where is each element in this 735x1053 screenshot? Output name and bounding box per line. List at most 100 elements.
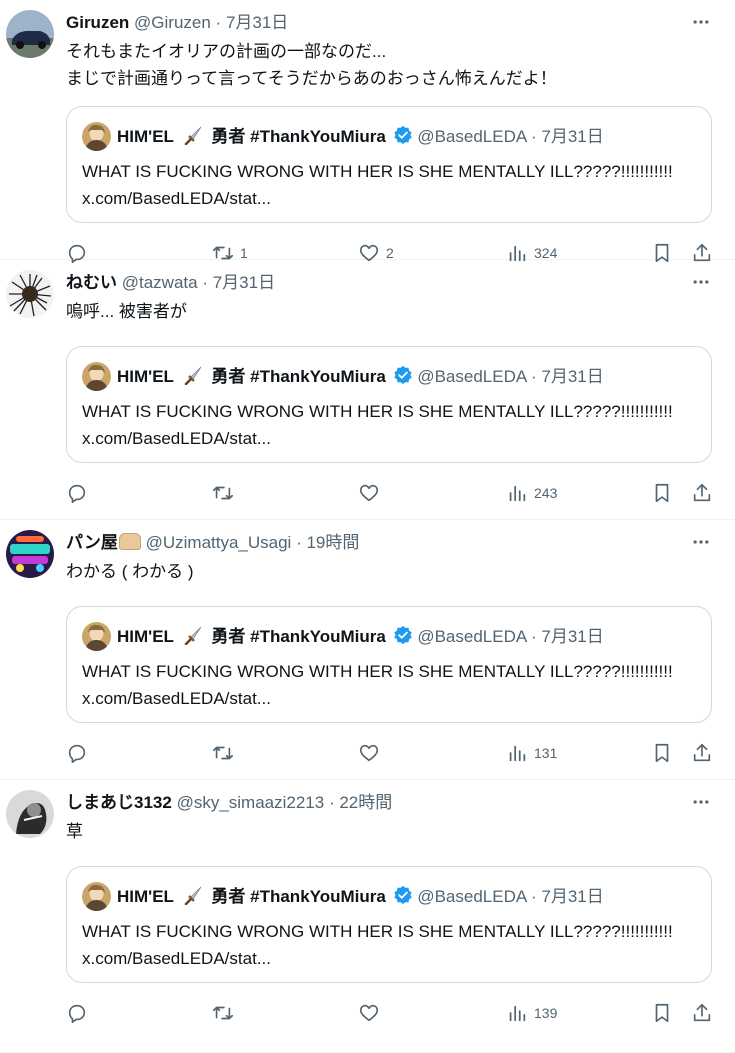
avatar[interactable] xyxy=(6,790,54,838)
more-icon[interactable] xyxy=(689,790,713,814)
quote-avatar xyxy=(82,622,111,651)
avatar[interactable] xyxy=(6,270,54,318)
tweet[interactable]: Giruzen @Giruzen · 7月31日 それもまたイオリアの計画の一部… xyxy=(0,0,735,263)
like-icon xyxy=(359,744,379,762)
reply-icon xyxy=(68,1004,86,1023)
quote-handle: @BasedLEDA xyxy=(417,887,527,906)
quote-avatar xyxy=(82,882,111,911)
quote-tweet[interactable]: HIM'EL 勇者 #ThankYouMiura @BasedLEDA · 7月… xyxy=(66,106,712,223)
tweet-header: ねむい @tazwata · 7月31日 xyxy=(66,272,675,294)
view-count: 243 xyxy=(534,485,558,501)
quote-display-name-b: 勇者 #ThankYouMiura xyxy=(211,627,386,646)
tweet-text: それもまたイオリアの計画の一部なのだ... まじで計画通りって言ってそうだからあ… xyxy=(66,42,557,88)
timestamp[interactable]: 19時間 xyxy=(306,533,359,552)
tweet-text: 嗚呼... 被害者が xyxy=(66,302,187,321)
quote-display-name-a: HIM'EL xyxy=(117,367,174,386)
quote-display-name-a: HIM'EL xyxy=(117,627,174,646)
repost-button[interactable] xyxy=(212,741,240,765)
views-icon xyxy=(509,1005,526,1022)
tweet[interactable]: しまあじ3132 @sky_simaazi2213 · 22時間 草 HIM'E… xyxy=(0,780,735,1053)
like-count: 2 xyxy=(386,245,394,261)
tweet[interactable]: パン屋 @Uzimattya_Usagi · 19時間 わかる ( わかる ) … xyxy=(0,520,735,780)
separator: · xyxy=(526,367,542,386)
tweet-header: しまあじ3132 @sky_simaazi2213 · 22時間 xyxy=(66,792,675,814)
views-button[interactable]: 139 xyxy=(506,1001,557,1025)
quote-display-name-b: 勇者 #ThankYouMiura xyxy=(211,887,386,906)
display-name[interactable]: Giruzen xyxy=(66,13,129,32)
user-handle[interactable]: @Uzimattya_Usagi xyxy=(146,533,292,552)
avatar[interactable] xyxy=(6,530,54,578)
timestamp[interactable]: 22時間 xyxy=(339,793,392,812)
quote-timestamp: 7月31日 xyxy=(541,887,604,906)
tweet-text: わかる ( わかる ) xyxy=(66,562,194,581)
views-icon xyxy=(509,485,526,502)
separator: · xyxy=(526,887,542,906)
share-icon xyxy=(693,483,711,502)
views-button[interactable]: 131 xyxy=(506,741,557,765)
bookmark-button[interactable] xyxy=(651,1001,673,1025)
verified-badge-icon xyxy=(393,125,413,151)
dagger-icon xyxy=(183,125,203,151)
quote-header: HIM'EL 勇者 #ThankYouMiura @BasedLEDA · 7月… xyxy=(117,365,604,391)
bookmark-button[interactable] xyxy=(651,741,673,765)
verified-badge-icon xyxy=(393,625,413,651)
quote-tweet[interactable]: HIM'EL 勇者 #ThankYouMiura @BasedLEDA · 7月… xyxy=(66,866,712,983)
quote-tweet[interactable]: HIM'EL 勇者 #ThankYouMiura @BasedLEDA · 7月… xyxy=(66,346,712,463)
quote-text: WHAT IS FUCKING WRONG WITH HER IS SHE ME… xyxy=(82,922,673,968)
user-handle[interactable]: @tazwata xyxy=(122,273,198,292)
quote-timestamp: 7月31日 xyxy=(541,627,604,646)
reply-button[interactable] xyxy=(66,481,88,505)
quote-avatar xyxy=(82,362,111,391)
user-handle[interactable]: @sky_simaazi2213 xyxy=(177,793,325,812)
quote-timestamp: 7月31日 xyxy=(541,367,604,386)
display-name[interactable]: パン屋 xyxy=(66,533,118,552)
reply-button[interactable] xyxy=(66,1001,88,1025)
timestamp[interactable]: 7月31日 xyxy=(213,273,275,292)
repost-count: 1 xyxy=(240,245,248,261)
display-name[interactable]: しまあじ3132 xyxy=(66,793,172,812)
user-handle[interactable]: @Giruzen xyxy=(134,13,211,32)
action-bar: 243 xyxy=(66,481,715,505)
like-icon xyxy=(359,1004,379,1022)
tweet[interactable]: ねむい @tazwata · 7月31日 嗚呼... 被害者が HIM'EL 勇… xyxy=(0,260,735,520)
reply-icon xyxy=(68,484,86,503)
share-icon xyxy=(693,743,711,762)
bread-emoji-icon xyxy=(118,533,141,550)
share-button[interactable] xyxy=(691,741,713,765)
view-count: 324 xyxy=(534,245,558,261)
separator: · xyxy=(324,793,340,812)
repost-button[interactable] xyxy=(212,481,240,505)
separator: · xyxy=(291,533,307,552)
bookmark-icon xyxy=(655,483,669,503)
bookmark-button[interactable] xyxy=(651,481,673,505)
tweet-text: 草 xyxy=(66,822,83,841)
avatar[interactable] xyxy=(6,10,54,58)
quote-display-name-b: 勇者 #ThankYouMiura xyxy=(211,367,386,386)
views-button[interactable]: 243 xyxy=(506,481,557,505)
like-button[interactable] xyxy=(358,741,386,765)
timestamp[interactable]: 7月31日 xyxy=(226,13,288,32)
bookmark-icon xyxy=(655,1003,669,1023)
quote-text: WHAT IS FUCKING WRONG WITH HER IS SHE ME… xyxy=(82,162,673,208)
repost-button[interactable] xyxy=(212,1001,240,1025)
like-button[interactable] xyxy=(358,481,386,505)
more-icon[interactable] xyxy=(689,530,713,554)
repost-icon xyxy=(213,486,233,500)
quote-tweet[interactable]: HIM'EL 勇者 #ThankYouMiura @BasedLEDA · 7月… xyxy=(66,606,712,723)
share-icon xyxy=(693,1003,711,1022)
dagger-icon xyxy=(183,365,203,391)
verified-badge-icon xyxy=(393,365,413,391)
quote-avatar xyxy=(82,122,111,151)
display-name[interactable]: ねむい xyxy=(66,273,117,292)
reply-icon xyxy=(68,744,86,763)
share-button[interactable] xyxy=(691,481,713,505)
quote-handle: @BasedLEDA xyxy=(417,627,527,646)
reply-button[interactable] xyxy=(66,741,88,765)
more-icon[interactable] xyxy=(689,270,713,294)
share-button[interactable] xyxy=(691,1001,713,1025)
quote-text: WHAT IS FUCKING WRONG WITH HER IS SHE ME… xyxy=(82,662,673,708)
quote-text: WHAT IS FUCKING WRONG WITH HER IS SHE ME… xyxy=(82,402,673,448)
separator: · xyxy=(526,627,542,646)
like-button[interactable] xyxy=(358,1001,386,1025)
more-icon[interactable] xyxy=(689,10,713,34)
